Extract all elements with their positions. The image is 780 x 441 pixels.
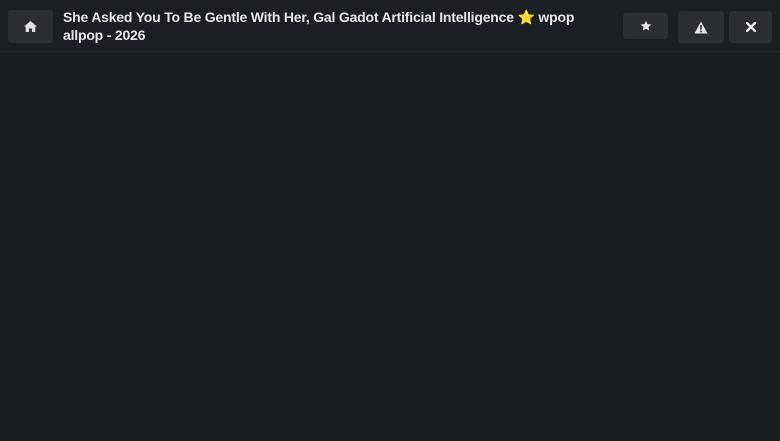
home-icon	[24, 21, 37, 32]
top-bar: She Asked You To Be Gentle With Her, Gal…	[0, 0, 780, 52]
page-title: She Asked You To Be Gentle With Her, Gal…	[63, 9, 575, 43]
star-icon	[640, 20, 652, 32]
close-button[interactable]	[729, 11, 772, 43]
report-button[interactable]	[678, 11, 724, 43]
home-button[interactable]	[8, 10, 53, 43]
close-icon	[745, 22, 756, 32]
favorite-button[interactable]	[623, 13, 668, 39]
warning-icon	[694, 21, 708, 34]
content-area	[0, 53, 780, 441]
